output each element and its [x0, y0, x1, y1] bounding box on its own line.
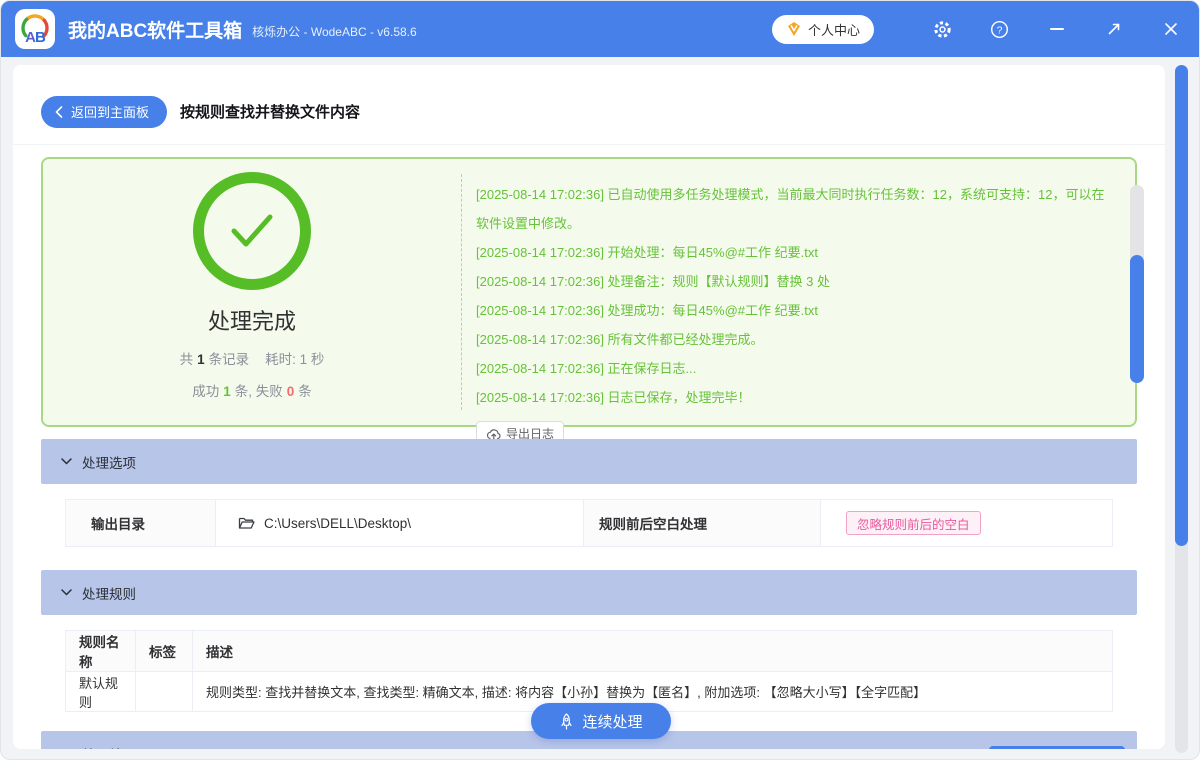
log-entry: [2025-08-14 17:02:36] 所有文件都已经处理完成。 [476, 332, 764, 347]
main-scrollbar-thumb[interactable] [1175, 65, 1188, 546]
app-logo-icon: AB [15, 9, 55, 49]
rules-table-header: 规则名称 标签 描述 [65, 630, 1113, 672]
log-entry: [2025-08-14 17:02:36] 处理成功：每日45%@#工作 纪要.… [476, 303, 818, 318]
content-panel: 返回到主面板 按规则查找并替换文件内容 处理完成 共 1 条记录 耗时: 1 秒 成功… [13, 65, 1165, 749]
user-center-button[interactable]: 个人中心 [771, 14, 874, 44]
help-icon: ? [990, 20, 1009, 38]
chevron-down-icon [61, 589, 72, 596]
whitespace-value-cell: 忽略规则前后的空白 [821, 500, 1112, 546]
rocket-icon [561, 712, 573, 730]
maximize-button[interactable] [1085, 1, 1142, 57]
titlebar: AB 我的ABC软件工具箱 核烁办公 - WodeABC - v6.58.6 个… [1, 1, 1199, 57]
section-title: 处理规则 [82, 586, 136, 602]
success-count: 1 [223, 384, 231, 399]
window-controls: ? [914, 1, 1199, 57]
resize-icon [1108, 23, 1119, 35]
settings-button[interactable] [914, 1, 971, 57]
page-title: 按规则查找并替换文件内容 [180, 104, 361, 121]
svg-text:?: ? [997, 25, 1003, 36]
logo-letters: AB [25, 29, 46, 46]
continue-processing-button[interactable]: 连续处理 [531, 703, 671, 739]
log-entry: [2025-08-14 17:02:36] 处理备注：规则【默认规则】替换 3 … [476, 274, 831, 289]
minimize-icon [1049, 28, 1064, 30]
log-entry: [2025-08-14 17:02:36] 正在保存日志... [476, 361, 697, 376]
rule-name-cell: 默认规则 [65, 671, 136, 712]
log-entry: [2025-08-14 17:02:36] 日志已保存，处理完毕！ [476, 390, 751, 405]
log-entry: [2025-08-14 17:02:36] 开始处理：每日45%@#工作 纪要.… [476, 245, 818, 260]
status-summary: 处理完成 共 1 条记录 耗时: 1 秒 成功 1 条, 失败 0 条 [43, 159, 461, 425]
output-dir-path: C:\Users\DELL\Desktop\ [264, 515, 412, 531]
section-processing-rules[interactable]: 处理规则 [41, 570, 1137, 615]
minimize-button[interactable] [1028, 1, 1085, 57]
cloud-upload-icon [486, 428, 501, 439]
whitespace-label: 规则前后空白处理 [584, 500, 821, 546]
log-area: [2025-08-14 17:02:36] 已自动使用多任务处理模式，当前最大同… [462, 159, 1160, 446]
back-to-dashboard-button[interactable]: 返回到主面板 [41, 95, 168, 128]
rules-table: 规则名称 标签 描述 默认规则 规则类型: 查找并替换文本, 查找类型: 精确文… [65, 630, 1113, 712]
continue-label: 连续处理 [582, 713, 643, 731]
column-description: 描述 [192, 630, 1113, 672]
chevron-left-icon [55, 105, 63, 118]
app-title: 我的ABC软件工具箱 [68, 20, 243, 42]
section-title: 处理选项 [82, 455, 136, 471]
log-entry: [2025-08-14 17:02:36] 已自动使用多任务处理模式，当前最大同… [476, 187, 1105, 231]
folder-icon [238, 517, 255, 529]
app-subtitle: 核烁办公 - WodeABC - v6.58.6 [252, 25, 417, 39]
vip-badge-icon [787, 22, 800, 36]
help-button[interactable]: ? [971, 1, 1028, 57]
results-action-button[interactable] [989, 746, 1125, 749]
chevron-down-icon [61, 458, 72, 465]
fail-count: 0 [286, 384, 295, 399]
column-rule-name: 规则名称 [65, 630, 136, 672]
log-scrollbar-thumb[interactable] [1130, 255, 1144, 383]
rule-tag-cell [135, 671, 193, 712]
section-title: 处理结果 [82, 744, 136, 750]
user-center-label: 个人中心 [807, 22, 860, 38]
success-check-icon [193, 172, 311, 290]
output-dir-value[interactable]: C:\Users\DELL\Desktop\ [216, 500, 584, 546]
total-count: 1 [197, 352, 205, 367]
log-scrollbar[interactable] [1130, 185, 1144, 383]
log-list: [2025-08-14 17:02:36] 已自动使用多任务处理模式，当前最大同… [476, 180, 1116, 412]
close-button[interactable] [1142, 1, 1199, 57]
status-panel: 处理完成 共 1 条记录 耗时: 1 秒 成功 1 条, 失败 0 条 [2025-08-14… [41, 157, 1144, 446]
elapsed-time: 耗时: 1 秒 [265, 352, 325, 367]
status-title: 处理完成 [207, 309, 296, 334]
section-processing-options[interactable]: 处理选项 [41, 439, 1137, 484]
page-header: 返回到主面板 按规则查找并替换文件内容 [13, 65, 1165, 145]
back-label: 返回到主面板 [71, 105, 150, 120]
whitespace-option-tag[interactable]: 忽略规则前后的空白 [846, 511, 981, 535]
options-row: 输出目录 C:\Users\DELL\Desktop\ 规则前后空白处理 忽略规… [65, 499, 1113, 547]
gear-icon [934, 20, 951, 38]
app-window: AB 我的ABC软件工具箱 核烁办公 - WodeABC - v6.58.6 个… [0, 0, 1200, 760]
column-tag: 标签 [135, 630, 193, 672]
main-scrollbar[interactable] [1175, 65, 1188, 753]
output-dir-label: 输出目录 [66, 500, 216, 546]
close-icon [1164, 23, 1177, 35]
status-totals: 共 1 条记录 耗时: 1 秒 [179, 352, 325, 367]
status-success-fail: 成功 1 条, 失败 0 条 [192, 384, 312, 399]
